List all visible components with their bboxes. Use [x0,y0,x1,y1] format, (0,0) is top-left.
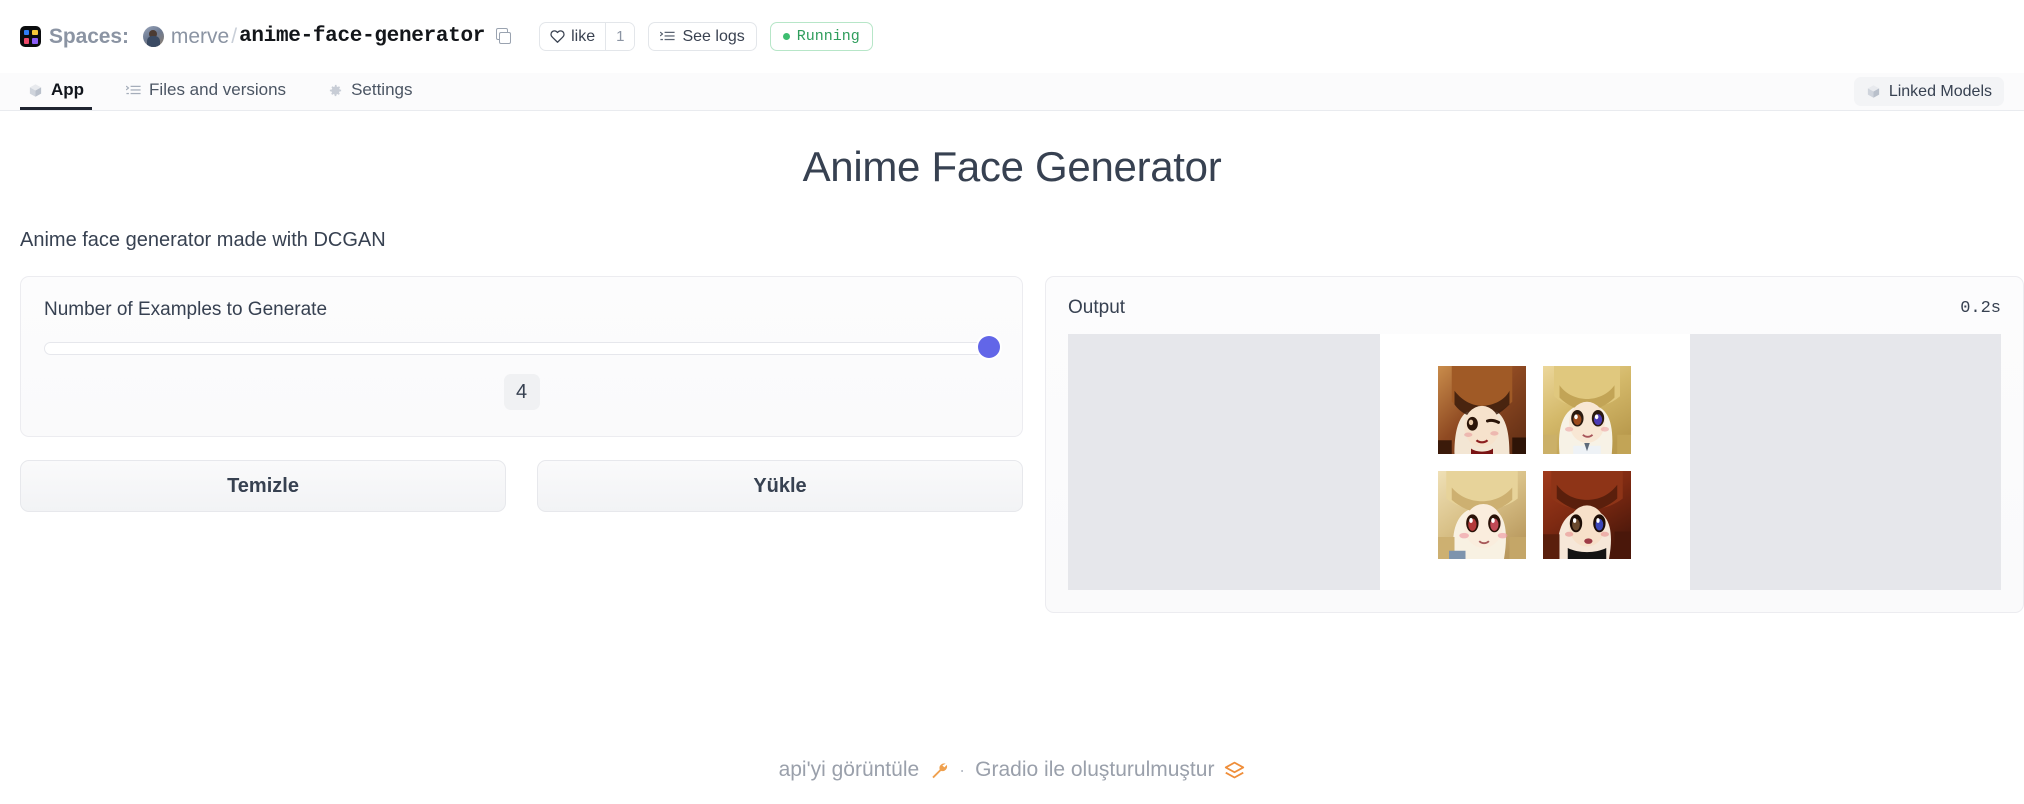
anime-face-4[interactable] [1543,470,1631,559]
like-button[interactable]: like 1 [539,22,636,51]
like-count: 1 [605,23,635,50]
cube-icon [29,83,42,97]
gear-icon [329,84,342,96]
status-dot-icon [782,33,790,40]
anime-face-1[interactable] [1438,365,1526,454]
nav-tabs: App Files and versions Settings [0,73,2024,111]
button-row: Temizle Yükle [20,460,1023,512]
repo-name[interactable]: anime-face-generator [239,25,485,48]
gallery-images [1379,334,1690,590]
image-grid [1438,365,1631,559]
tab-app[interactable]: App [20,73,93,110]
output-duration: 0.2s [1960,298,2001,318]
owner-link[interactable]: merve [171,25,229,49]
built-with-gradio-link[interactable]: Gradio ile oluşturulmuştur [975,758,1214,782]
see-logs-label: See logs [682,27,745,45]
anime-face-3[interactable] [1438,470,1526,559]
footer: api'yi görüntüle · Gradio ile oluşturulm… [0,758,2024,782]
tab-settings[interactable]: Settings [320,73,420,110]
like-label: like [571,27,596,45]
api-link[interactable]: api'yi görüntüle [779,758,920,782]
submit-button[interactable]: Yükle [537,460,1023,512]
gradio-app: Anime Face Generator Anime face generato… [0,111,2024,804]
cube-icon [1867,85,1879,98]
page-title: Anime Face Generator [802,143,1222,190]
slider-label: Number of Examples to Generate [44,299,328,320]
wrench-icon [932,763,948,779]
output-gallery[interactable] [1068,334,2001,590]
gradio-logo-icon [1225,761,1245,778]
gallery-placeholder-right [1689,334,2001,590]
spaces-label[interactable]: Spaces: [49,25,129,49]
tab-files-label: Files and versions [149,80,287,99]
output-panel: Output 0.2s [1045,276,2024,613]
tab-app-label: App [51,80,85,99]
tab-settings-label: Settings [351,80,413,99]
right-column: Output 0.2s [1045,276,2024,613]
page-description: Anime face generator made with DCGAN [20,229,386,251]
clear-button[interactable]: Temizle [20,460,506,512]
slider-thumb[interactable] [978,336,1000,358]
avatar[interactable] [142,26,164,47]
slider-value-box[interactable]: 4 [503,374,540,410]
see-logs-button[interactable]: See logs [648,22,757,51]
status-label: Running [796,28,860,45]
footer-separator: · [959,759,966,780]
slider-track[interactable] [44,342,999,355]
linked-models-button[interactable]: Linked Models [1853,77,2004,106]
spaces-logo-icon[interactable] [20,26,41,47]
like-button-inner[interactable]: like [540,23,605,50]
copy-icon[interactable] [496,28,513,45]
output-header: Output 0.2s [1068,297,2001,319]
status-badge[interactable]: Running [769,22,873,51]
output-label: Output [1068,297,1126,318]
top-bar: Spaces: merve / anime-face-generator lik… [0,0,2024,73]
top-bar-actions: like 1 See logs Running [539,22,873,51]
tab-files-and-versions[interactable]: Files and versions [118,73,294,110]
slider-panel: Number of Examples to Generate 4 [20,276,1023,437]
linked-models-label: Linked Models [1888,82,1992,100]
main-row: Number of Examples to Generate 4 Temizle… [20,276,2024,613]
path-separator: / [231,24,238,48]
logs-icon [660,31,676,41]
gallery-placeholder-left [1068,334,1380,590]
heart-icon [550,30,565,43]
slider-input[interactable] [44,336,1000,358]
files-icon [126,85,141,94]
anime-face-2[interactable] [1543,365,1631,454]
left-column: Number of Examples to Generate 4 Temizle… [20,276,1023,613]
